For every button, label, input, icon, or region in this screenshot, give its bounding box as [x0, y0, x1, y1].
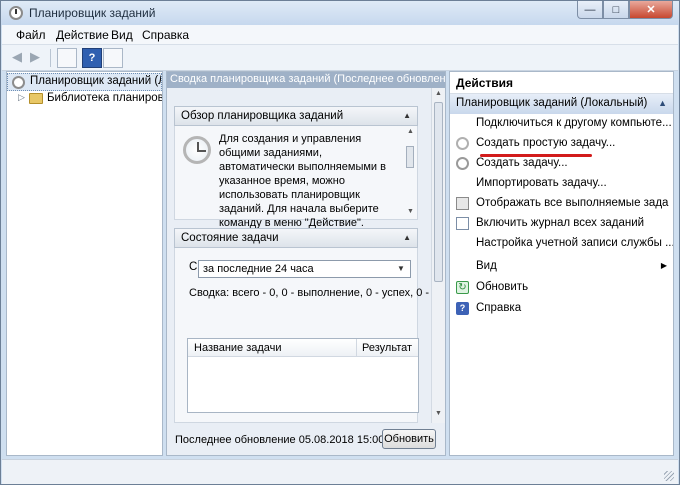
status-label: С [189, 261, 198, 273]
collapse-arrow-icon[interactable]: ▲ [658, 98, 667, 108]
journal-icon [456, 217, 469, 230]
collapse-arrow-icon[interactable]: ▲ [403, 111, 411, 120]
console-tree: Планировщик заданий (Лок ▷ Библиотека пл… [6, 71, 163, 456]
maximize-button[interactable]: □ [603, 1, 629, 19]
action-label: Создать задачу... [476, 157, 568, 169]
menu-file[interactable]: Файл [16, 28, 46, 42]
task-status-table: Название задачи Результат [187, 338, 419, 413]
close-button[interactable]: ✕ [629, 1, 673, 19]
scroll-down-icon[interactable]: ▼ [407, 208, 414, 215]
scheduler-clock-icon [9, 6, 23, 20]
forward-arrow-icon[interactable]: ▶ [30, 50, 46, 63]
menu-help[interactable]: Справка [142, 28, 189, 42]
action-label: Справка [476, 302, 522, 314]
status-section-title: Состояние задачи [181, 232, 279, 244]
status-bar [2, 459, 678, 484]
period-select-value: за последние 24 часа [203, 263, 314, 275]
refresh-icon: ↻ [456, 281, 469, 294]
action-service-account[interactable]: Настройка учетной записи службы ... [450, 234, 673, 254]
folder-icon [29, 93, 43, 104]
overview-section-header[interactable]: Обзор планировщика заданий ▲ [174, 106, 418, 126]
scroll-up-icon[interactable]: ▲ [407, 128, 414, 135]
menu-action[interactable]: Действие [56, 28, 109, 42]
actions-group-label: Планировщик заданий (Локальный) [456, 97, 648, 109]
summary-footer: Последнее обновление 05.08.2018 15:00:22… [167, 423, 445, 455]
action-show-running-tasks[interactable]: Отображать все выполняемые зада [450, 194, 673, 214]
scroll-up-icon[interactable]: ▲ [435, 90, 442, 97]
overview-section-title: Обзор планировщика заданий [181, 110, 344, 122]
expand-arrow-icon[interactable]: ▷ [18, 92, 25, 103]
resize-grip-icon[interactable] [664, 471, 674, 481]
help-toolbar-icon[interactable]: ? [82, 48, 102, 68]
action-label: Создать простую задачу... [476, 137, 616, 149]
chevron-down-icon[interactable]: ▼ [394, 262, 408, 276]
help-icon: ? [456, 302, 469, 315]
status-section-body: С за последние 24 часа ▼ Сводка: всего -… [174, 248, 429, 423]
menu-view[interactable]: Вид [111, 28, 133, 42]
summary-pane: Сводка планировщика заданий (Последнее о… [166, 71, 446, 456]
column-result[interactable]: Результат [362, 342, 412, 354]
clock-icon [456, 157, 469, 170]
clock-icon [12, 76, 25, 89]
scroll-down-icon[interactable]: ▼ [435, 410, 442, 417]
action-enable-history[interactable]: Включить журнал всех заданий [450, 214, 673, 234]
wand-icon [456, 137, 469, 150]
back-arrow-icon[interactable]: ◀ [12, 50, 28, 63]
actions-group-header[interactable]: Планировщик заданий (Локальный) ▲ [450, 94, 673, 114]
collapse-arrow-icon[interactable]: ▲ [403, 233, 411, 242]
action-label: Подключиться к другому компьюте... [476, 117, 672, 129]
action-import-task[interactable]: Импортировать задачу... [450, 174, 673, 194]
last-update-text: Последнее обновление 05.08.2018 15:00:22 [175, 434, 400, 446]
action-label: Обновить [476, 281, 529, 293]
column-task-name[interactable]: Название задачи [194, 342, 282, 354]
action-label: Настройка учетной записи службы ... [476, 237, 673, 249]
column-divider[interactable] [356, 339, 357, 357]
scroll-thumb[interactable] [434, 102, 443, 282]
tree-item-label: Библиотека планировщ [47, 92, 162, 104]
scroll-thumb[interactable] [406, 146, 414, 168]
action-create-task[interactable]: Создать задачу... [450, 154, 673, 174]
summary-scrollbar[interactable]: ▲ ▼ [431, 88, 445, 423]
action-label: Включить журнал всех заданий [476, 217, 645, 229]
overview-section-body: Для создания и управления общими задания… [174, 126, 418, 229]
show-hide-action-pane-icon[interactable] [103, 48, 123, 68]
action-help[interactable]: ? Справка [450, 299, 673, 319]
action-connect-computer[interactable]: Подключиться к другому компьюте... [450, 114, 673, 134]
scheduler-clock-icon [183, 136, 211, 164]
toolbar-separator [50, 49, 51, 67]
action-refresh[interactable]: ↻ Обновить [450, 278, 673, 298]
table-header: Название задачи Результат [188, 339, 418, 357]
tree-item-library[interactable]: ▷ Библиотека планировщ [7, 90, 162, 108]
minimize-button[interactable]: — [577, 1, 603, 19]
actions-pane: Действия Планировщик заданий (Локальный)… [449, 71, 674, 456]
actions-title: Действия [450, 72, 673, 94]
overview-text: Для создания и управления общими задания… [219, 133, 386, 229]
chevron-right-icon: ▶ [660, 261, 667, 270]
title-bar[interactable]: Планировщик заданий — □ ✕ [1, 1, 679, 25]
show-hide-console-tree-icon[interactable] [57, 48, 77, 68]
menu-bar: Файл Действие Вид Справка [2, 25, 678, 45]
list-icon [456, 197, 469, 210]
tree-item-label: Планировщик заданий (Лок [30, 75, 161, 87]
period-select[interactable]: за последние 24 часа ▼ [198, 260, 411, 278]
action-label: Отображать все выполняемые зада [476, 197, 669, 209]
action-label: Вид [476, 260, 497, 272]
window-controls: — □ ✕ [577, 1, 673, 19]
refresh-button[interactable]: Обновить [382, 429, 436, 449]
action-view[interactable]: Вид ▶ [450, 257, 673, 277]
tree-item-scheduler-local[interactable]: Планировщик заданий (Лок [7, 73, 162, 91]
summary-header: Сводка планировщика заданий (Последнее о… [167, 72, 445, 88]
overview-scrollbar[interactable]: ▲ ▼ [405, 128, 415, 226]
status-section-header[interactable]: Состояние задачи ▲ [174, 228, 418, 248]
action-label: Импортировать задачу... [476, 177, 607, 189]
action-create-basic-task[interactable]: Создать простую задачу... [450, 134, 673, 154]
app-window: Планировщик заданий — □ ✕ Файл Действие … [0, 0, 680, 485]
toolbar: ◀ ▶ ? [2, 45, 678, 71]
window-title: Планировщик заданий [29, 6, 156, 20]
task-status-summary: Сводка: всего - 0, 0 - выполнение, 0 - у… [189, 287, 430, 299]
